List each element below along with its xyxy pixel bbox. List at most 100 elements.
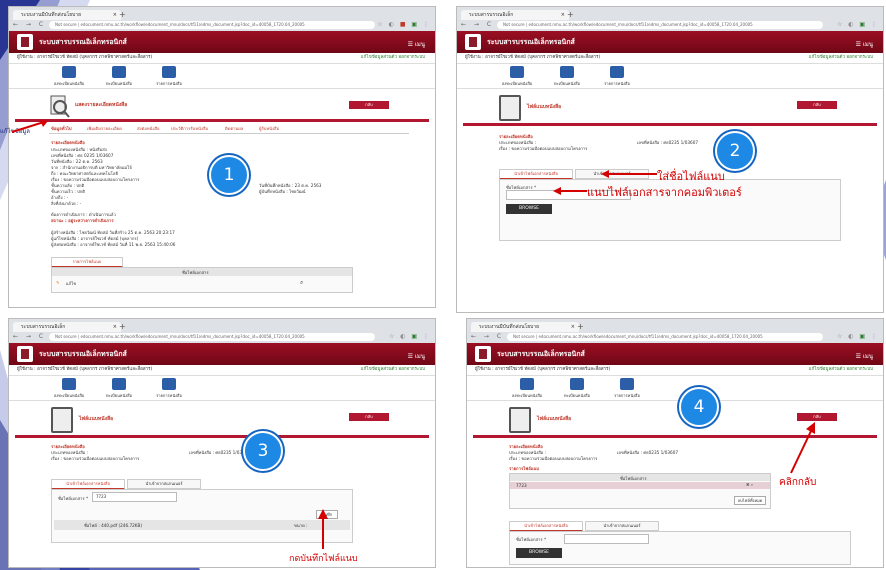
field-subject: เรื่อง : ขอความร่วมมือตอบแบบสอบถามโครงกา… (499, 146, 588, 151)
app-banner: ระบบสารบรรณอิเล็กทรอนิกส์ ☰ เมนู (9, 31, 435, 53)
column-header: ชื่อไฟล์เอกสาร (182, 270, 209, 275)
menu-list[interactable]: รายการหนังสือ (149, 378, 189, 399)
inbox-icon (520, 378, 534, 390)
menu-list[interactable]: รายการหนังสือ (597, 66, 637, 87)
field-number: เลขที่หนังสือ : ศธ0235 1/03607 (617, 450, 679, 455)
tab-tracking[interactable]: ติดตามผล (225, 125, 243, 132)
delete-icon[interactable]: ✖ ⌕ (746, 482, 753, 487)
browser-chrome: ระบบสารบรรณอิเล็ก × + ← → C Not secure | … (457, 7, 883, 31)
menu-list[interactable]: รายการหนังสือ (607, 378, 647, 399)
menu-label: ทะเบียนหนังสือ (106, 393, 132, 398)
menu-label: รายการหนังสือ (614, 393, 640, 398)
menu-registry[interactable]: ทะเบียนหนังสือ (99, 66, 139, 87)
new-tab-icon[interactable]: + (119, 10, 126, 20)
field-enclosure: สิ่งที่ส่งมาด้วย : - (51, 201, 82, 206)
address-bar[interactable]: Not secure | edocument.nmu.ac.th/workflo… (49, 21, 375, 29)
nav-buttons[interactable]: ← → C (461, 21, 494, 29)
menu-register[interactable]: ลงทะเบียนหนังสือ (497, 66, 537, 87)
menu-registry[interactable]: ทะเบียนหนังสือ (557, 378, 597, 399)
extension-icons[interactable]: ☆ ◐ ▣ ⋮ (837, 21, 879, 29)
browser-tab[interactable]: ระบบสารบรรณอิเล็ก × (13, 322, 121, 332)
hamburger-menu-button[interactable]: ☰ เมนู (408, 351, 425, 361)
extension-icons[interactable]: ☆ ◐ ▣ ⋮ (837, 333, 879, 341)
menu-register[interactable]: ลงทะเบียนหนังสือ (507, 378, 547, 399)
menu-register[interactable]: ลงทะเบียนหนังสือ (49, 66, 89, 87)
step-1-badge: 1 (209, 155, 249, 195)
back-button[interactable]: กลับ (349, 413, 389, 421)
tab-more-detail[interactable]: เพิ่มเติมรายละเอียด (87, 125, 122, 132)
browse-button[interactable]: BROWSE (506, 204, 552, 214)
tab-title: ระบบสารบรรณอิเล็ก (21, 324, 66, 330)
user-links[interactable]: แก้ไขข้อมูลส่วนตัว ออกจากระบบ (809, 365, 873, 375)
book-icon (570, 378, 584, 390)
hamburger-menu-button[interactable]: ☰ เมนู (856, 351, 873, 361)
tab-history[interactable]: ประวัติการรับหนังสือ (171, 125, 208, 132)
hamburger-menu-button[interactable]: ☰ เมนู (856, 39, 873, 49)
nav-buttons[interactable]: ← → C (13, 333, 46, 341)
back-button[interactable]: กลับ (349, 101, 389, 109)
attachments-table: ชื่อไฟล์เอกสาร ✎ แก้ไข ⌕ (51, 267, 353, 293)
annotation-back: คลิกกลับ (779, 477, 817, 488)
main-menu: ลงทะเบียนหนังสือ ทะเบียนหนังสือ รายการหน… (9, 64, 435, 89)
search-icon[interactable]: ⌕ (300, 279, 303, 287)
user-bar: ผู้ใช้งาน : อาจารย์ใชเวช์ ทัดสม์ (บุคลาก… (457, 53, 883, 64)
tab-general[interactable]: ข้อมูลทั่วไป (51, 125, 72, 132)
user-links[interactable]: แก้ไขข้อมูลส่วนตัว ออกจากระบบ (361, 53, 425, 63)
extension-icons[interactable]: ☆ ◐ ■ ▣ ⋮ (377, 21, 431, 29)
hamburger-menu-button[interactable]: ☰ เมนู (408, 39, 425, 49)
edit-icon[interactable]: ✎ (56, 280, 60, 285)
address-bar[interactable]: Not secure | edocument.nmu.ac.th/workflo… (49, 333, 375, 341)
tab-scanner[interactable]: นำเข้าจากสแกนเนอร์ (127, 479, 201, 489)
field-number: เลขที่หนังสือ : ศธ0235 1/03607 (189, 450, 251, 455)
user-links[interactable]: แก้ไขข้อมูลส่วนตัว ออกจากระบบ (361, 365, 425, 375)
nav-buttons[interactable]: ← → C (471, 333, 504, 341)
new-tab-icon[interactable]: + (577, 322, 584, 332)
browse-button[interactable]: BROWSE (516, 548, 562, 558)
field-note: สถานะ : อยู่ระหว่างการดำเนินการ (51, 218, 114, 223)
menu-list[interactable]: รายการหนังสือ (149, 66, 189, 87)
nav-buttons[interactable]: ← → C (13, 21, 46, 29)
new-tab-icon[interactable]: + (119, 322, 126, 332)
close-tab-icon[interactable]: × (113, 322, 117, 332)
browser-tab[interactable]: ระบบสารบรรณอิเล็ก × (461, 10, 569, 20)
menu-registry[interactable]: ทะเบียนหนังสือ (547, 66, 587, 87)
table-header: ชื่อไฟล์เอกสาร (510, 474, 770, 481)
menu-register[interactable]: ลงทะเบียนหนังสือ (49, 378, 89, 399)
browser-chrome: ระบบสารบรรณอิเล็ก × + ← → C Not secure | … (9, 319, 435, 343)
delete-all-button[interactable]: ลบไฟล์ทั้งหมด (734, 496, 766, 505)
tab-scanner[interactable]: นำเข้าจากสแกนเนอร์ (585, 521, 659, 531)
browser-tab[interactable]: ระบบงานมีบันทึกส่งนโยบาย × (471, 322, 579, 332)
list-icon (162, 66, 176, 78)
list-icon (620, 378, 634, 390)
field-number: เลขที่หนังสือ : ศธ0235 1/03607 (637, 140, 699, 145)
attach-row-label[interactable]: แก้ไข (66, 280, 76, 287)
field-subject: เรื่อง : ขอความร่วมมือตอบแบบสอบถามโครงกา… (509, 456, 598, 461)
close-tab-icon[interactable]: × (571, 322, 575, 332)
close-tab-icon[interactable]: × (561, 10, 565, 20)
inbox-icon (510, 66, 524, 78)
annotation-save: กดบันทึกไฟล์แนบ (289, 554, 358, 564)
browser-tab[interactable]: ระบบงานมีบันทึกส่งนโยบาย × (13, 10, 121, 20)
filename-input[interactable] (564, 534, 649, 544)
attachment-row[interactable]: 7723 ✖ ⌕ (510, 482, 770, 489)
extension-icons[interactable]: ☆ ◐ ▣ ⋮ (389, 333, 431, 341)
close-tab-icon[interactable]: × (113, 10, 117, 20)
app-title: ระบบสารบรรณอิเล็กทรอนิกส์ (497, 350, 585, 358)
back-button[interactable]: กลับ (797, 101, 837, 109)
tab-title: ระบบสารบรรณอิเล็ก (469, 12, 514, 18)
app-logo (465, 34, 481, 50)
user-links[interactable]: แก้ไขข้อมูลส่วนตัว ออกจากระบบ (809, 53, 873, 63)
address-bar[interactable]: Not secure | edocument.nmu.ac.th/workflo… (497, 21, 823, 29)
filename-input[interactable]: 7723 (92, 492, 177, 502)
page-title: ไฟล์แนบหนังสือ (537, 416, 572, 422)
tab-forward[interactable]: ส่งต่อหนังสือ (137, 125, 160, 132)
page-content: แสดงรายละเอียดหนังสือ กลับ ข้อมูลทั่วไป … (9, 89, 435, 307)
new-tab-icon[interactable]: + (567, 10, 574, 20)
tab-receivers[interactable]: ผู้รับหนังสือ (259, 125, 279, 132)
address-bar[interactable]: Not secure | edocument.nmu.ac.th/workflo… (507, 333, 823, 341)
user-label: ผู้ใช้งาน : อาจารย์ใชเวช์ ทัดสม์ (บุคลาก… (17, 55, 153, 60)
attachment-name[interactable]: 7723 (516, 483, 527, 488)
upload-form: ชื่อไฟล์เอกสาร * 7723 บันทึก ชื่อไฟล์ : … (51, 489, 353, 543)
divider (463, 123, 877, 126)
menu-registry[interactable]: ทะเบียนหนังสือ (99, 378, 139, 399)
